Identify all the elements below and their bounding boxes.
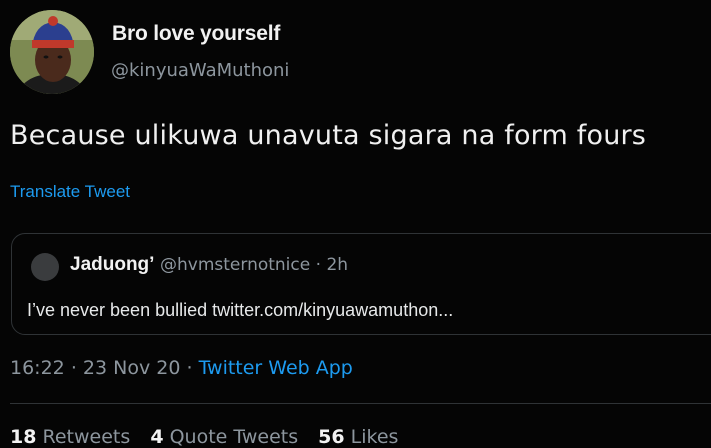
tweet-stats: 18 Retweets 4 Quote Tweets 56 Likes — [10, 426, 412, 448]
quoted-author-display-name: Jaduong’ — [70, 254, 155, 275]
avatar-image — [10, 10, 94, 94]
tweet-timestamp-row: 16:22 · 23 Nov 20 · Twitter Web App — [10, 357, 353, 379]
translate-tweet-link[interactable]: Translate Tweet — [10, 182, 130, 202]
tweet-source-link[interactable]: Twitter Web App — [199, 357, 353, 379]
quoted-tweet-text: I’ve never been bullied twitter.com/kiny… — [27, 300, 454, 320]
tweet-time[interactable]: 16:22 — [10, 357, 65, 379]
timestamp-separator: · — [70, 357, 77, 379]
likes-label: Likes — [350, 426, 399, 448]
retweets-label: Retweets — [42, 426, 131, 448]
author-display-name[interactable]: Bro love yourself — [112, 22, 280, 46]
author-avatar[interactable] — [10, 10, 94, 94]
quote-tweets-count: 4 — [150, 426, 164, 448]
retweets-stat[interactable]: 18 Retweets — [10, 426, 130, 448]
quote-tweets-stat[interactable]: 4 Quote Tweets — [150, 426, 298, 448]
quoted-meta-separator: · — [315, 255, 322, 275]
stats-divider — [10, 403, 711, 404]
likes-stat[interactable]: 56 Likes — [318, 426, 398, 448]
timestamp-separator: · — [186, 357, 193, 379]
tweet-text: Because ulikuwa unavuta sigara na form f… — [10, 120, 647, 151]
quoted-time-ago: 2h — [326, 255, 349, 275]
retweets-count: 18 — [10, 426, 37, 448]
quote-tweets-label: Quote Tweets — [169, 426, 299, 448]
likes-count: 56 — [318, 426, 345, 448]
tweet-date[interactable]: 23 Nov 20 — [83, 357, 181, 379]
quoted-tweet-meta: @hvmsternotnice · 2h — [160, 255, 348, 275]
author-handle[interactable]: @kinyuaWaMuthoni — [111, 60, 289, 81]
quoted-author-handle: @hvmsternotnice — [160, 255, 311, 275]
quoted-tweet-card[interactable]: Jaduong’ @hvmsternotnice · 2h I’ve never… — [11, 233, 711, 335]
quoted-author-avatar[interactable] — [31, 253, 59, 281]
